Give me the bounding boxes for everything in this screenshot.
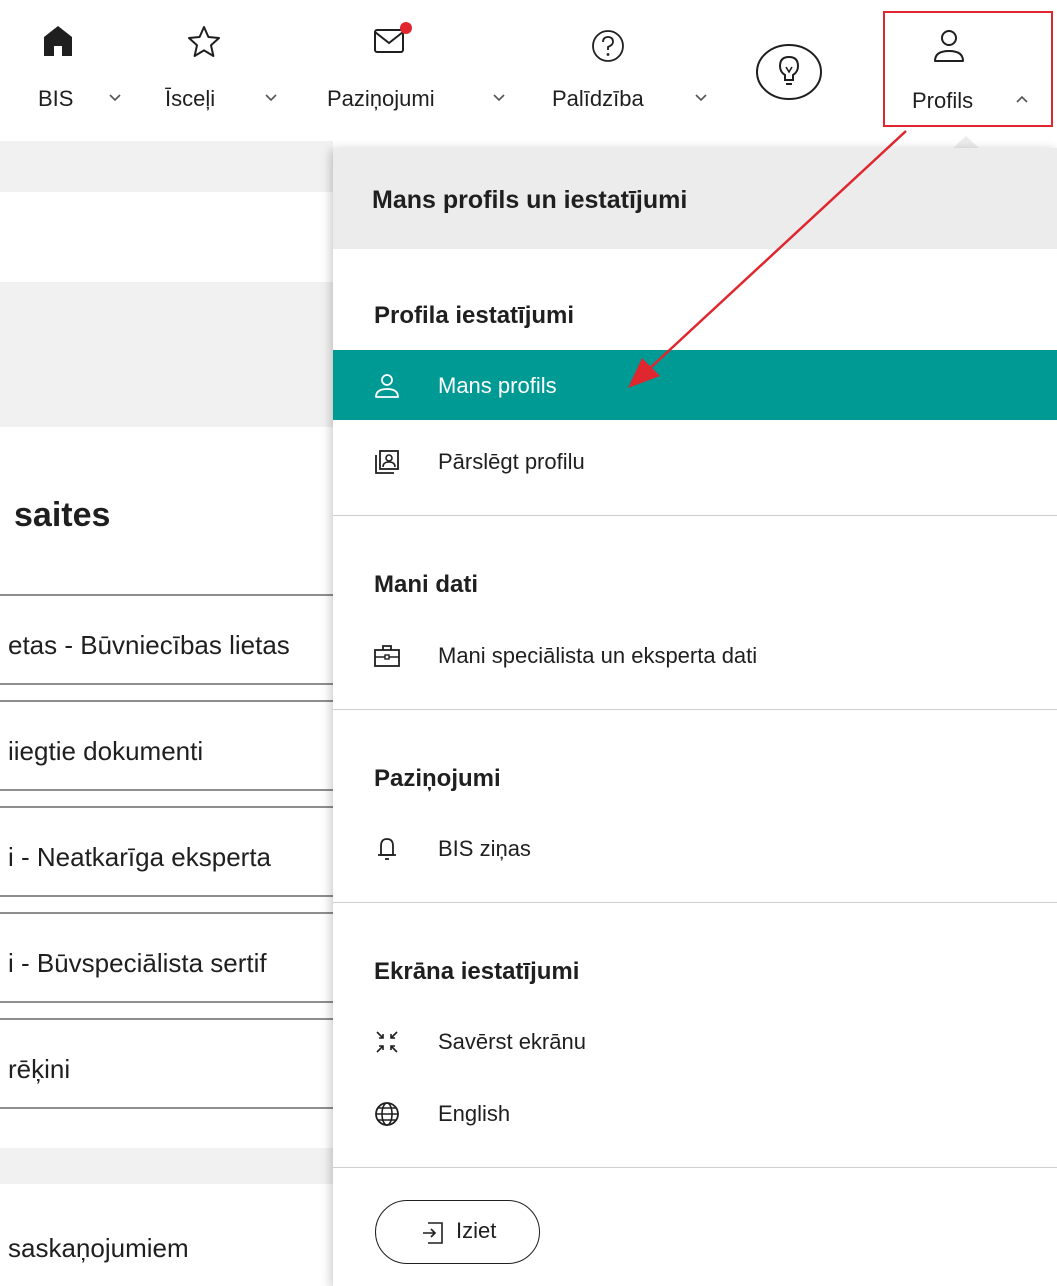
menu-item-label: Pārslēgt profilu: [438, 449, 585, 474]
logout-label: Iziet: [456, 1218, 497, 1243]
lightbulb-icon[interactable]: [754, 42, 824, 102]
divider: [0, 789, 345, 791]
chevron-down-icon: [109, 94, 121, 102]
background-band: [0, 282, 333, 427]
collapse-screen-icon: [376, 1031, 398, 1053]
menu-item-bis-news[interactable]: BIS ziņas: [333, 813, 1057, 883]
divider: [0, 700, 345, 702]
chevron-down-icon: [265, 94, 277, 102]
profile-dropdown: Mans profils un iestatījumi Profila iest…: [333, 148, 1057, 1286]
section-title-screen-settings: Ekrāna iestatījumi: [374, 958, 580, 985]
menu-item-english[interactable]: English: [333, 1078, 1057, 1148]
nav-pazinojumi[interactable]: Paziņojumi: [326, 0, 516, 130]
divider: [333, 1167, 1057, 1168]
links-heading: saites: [14, 496, 111, 534]
menu-item-label: Mans profils: [438, 373, 557, 398]
menu-item-label: English: [438, 1101, 511, 1126]
bell-icon: [378, 838, 396, 860]
divider: [0, 806, 345, 808]
background-link[interactable]: rēķini: [8, 1054, 70, 1085]
divider: [333, 902, 1057, 903]
background-link[interactable]: i - Būvspeciālista sertif: [8, 948, 267, 979]
nav-palidziba-label: Palīdzība: [552, 86, 644, 111]
divider: [0, 912, 345, 914]
globe-icon: [375, 1102, 399, 1126]
menu-item-label: Savērst ekrānu: [438, 1029, 586, 1054]
background-link[interactable]: iiegtie dokumenti: [8, 736, 203, 767]
background-link[interactable]: i - Neatkarīga eksperta: [8, 842, 271, 873]
user-icon: [375, 374, 399, 398]
logout-icon: [423, 1222, 443, 1244]
background-link[interactable]: saskaņojumiem: [8, 1233, 189, 1264]
section-title-my-data: Mani dati: [374, 571, 479, 598]
star-icon: [188, 26, 220, 57]
divider: [0, 683, 345, 685]
nav-isceli-label: Īsceļi: [165, 86, 216, 111]
switch-profile-icon: [375, 450, 399, 474]
menu-item-switch-profile[interactable]: Pārslēgt profilu: [333, 426, 1057, 496]
background-band: [0, 141, 333, 192]
top-navigation: BIS Īsceļi Paziņojumi Palīdzība Profils: [0, 0, 1057, 140]
divider: [0, 1107, 345, 1109]
background-band: [0, 1148, 333, 1184]
chevron-down-icon: [695, 94, 707, 102]
logout-button[interactable]: Iziet: [375, 1200, 540, 1264]
nav-profils[interactable]: Profils: [883, 11, 1053, 127]
nav-bis[interactable]: BIS: [36, 0, 136, 130]
nav-isceli[interactable]: Īsceļi: [160, 0, 300, 130]
divider: [0, 594, 345, 596]
nav-pazinojumi-label: Paziņojumi: [327, 86, 435, 111]
section-title-profile-settings: Profila iestatījumi: [374, 302, 575, 329]
background-link[interactable]: etas - Būvniecības lietas: [8, 630, 290, 661]
divider: [333, 515, 1057, 516]
menu-item-label: Mani speciālista un eksperta dati: [438, 643, 758, 668]
help-icon: [592, 30, 624, 62]
mail-icon: [374, 22, 412, 53]
divider: [0, 1018, 345, 1020]
chevron-up-icon: [1016, 95, 1028, 103]
briefcase-icon: [374, 645, 400, 667]
home-icon: [44, 26, 72, 56]
user-icon: [934, 30, 964, 62]
chevron-down-icon: [493, 94, 505, 102]
nav-profils-label: Profils: [912, 88, 974, 113]
divider: [0, 1001, 345, 1003]
menu-item-my-profile[interactable]: Mans profils: [333, 350, 1057, 420]
menu-item-specialist-data[interactable]: Mani speciālista un eksperta dati: [333, 620, 1057, 690]
divider: [0, 895, 345, 897]
dropdown-title: Mans profils un iestatījumi: [372, 186, 688, 214]
dropdown-header: Mans profils un iestatījumi: [333, 148, 1057, 249]
section-title-notifications: Paziņojumi: [374, 765, 501, 792]
menu-item-label: BIS ziņas: [438, 836, 531, 861]
notification-badge: [400, 22, 412, 34]
divider: [333, 709, 1057, 710]
menu-item-collapse-screen[interactable]: Savērst ekrānu: [333, 1006, 1057, 1076]
nav-bis-label: BIS: [38, 86, 74, 111]
nav-palidziba[interactable]: Palīdzība: [550, 0, 720, 130]
